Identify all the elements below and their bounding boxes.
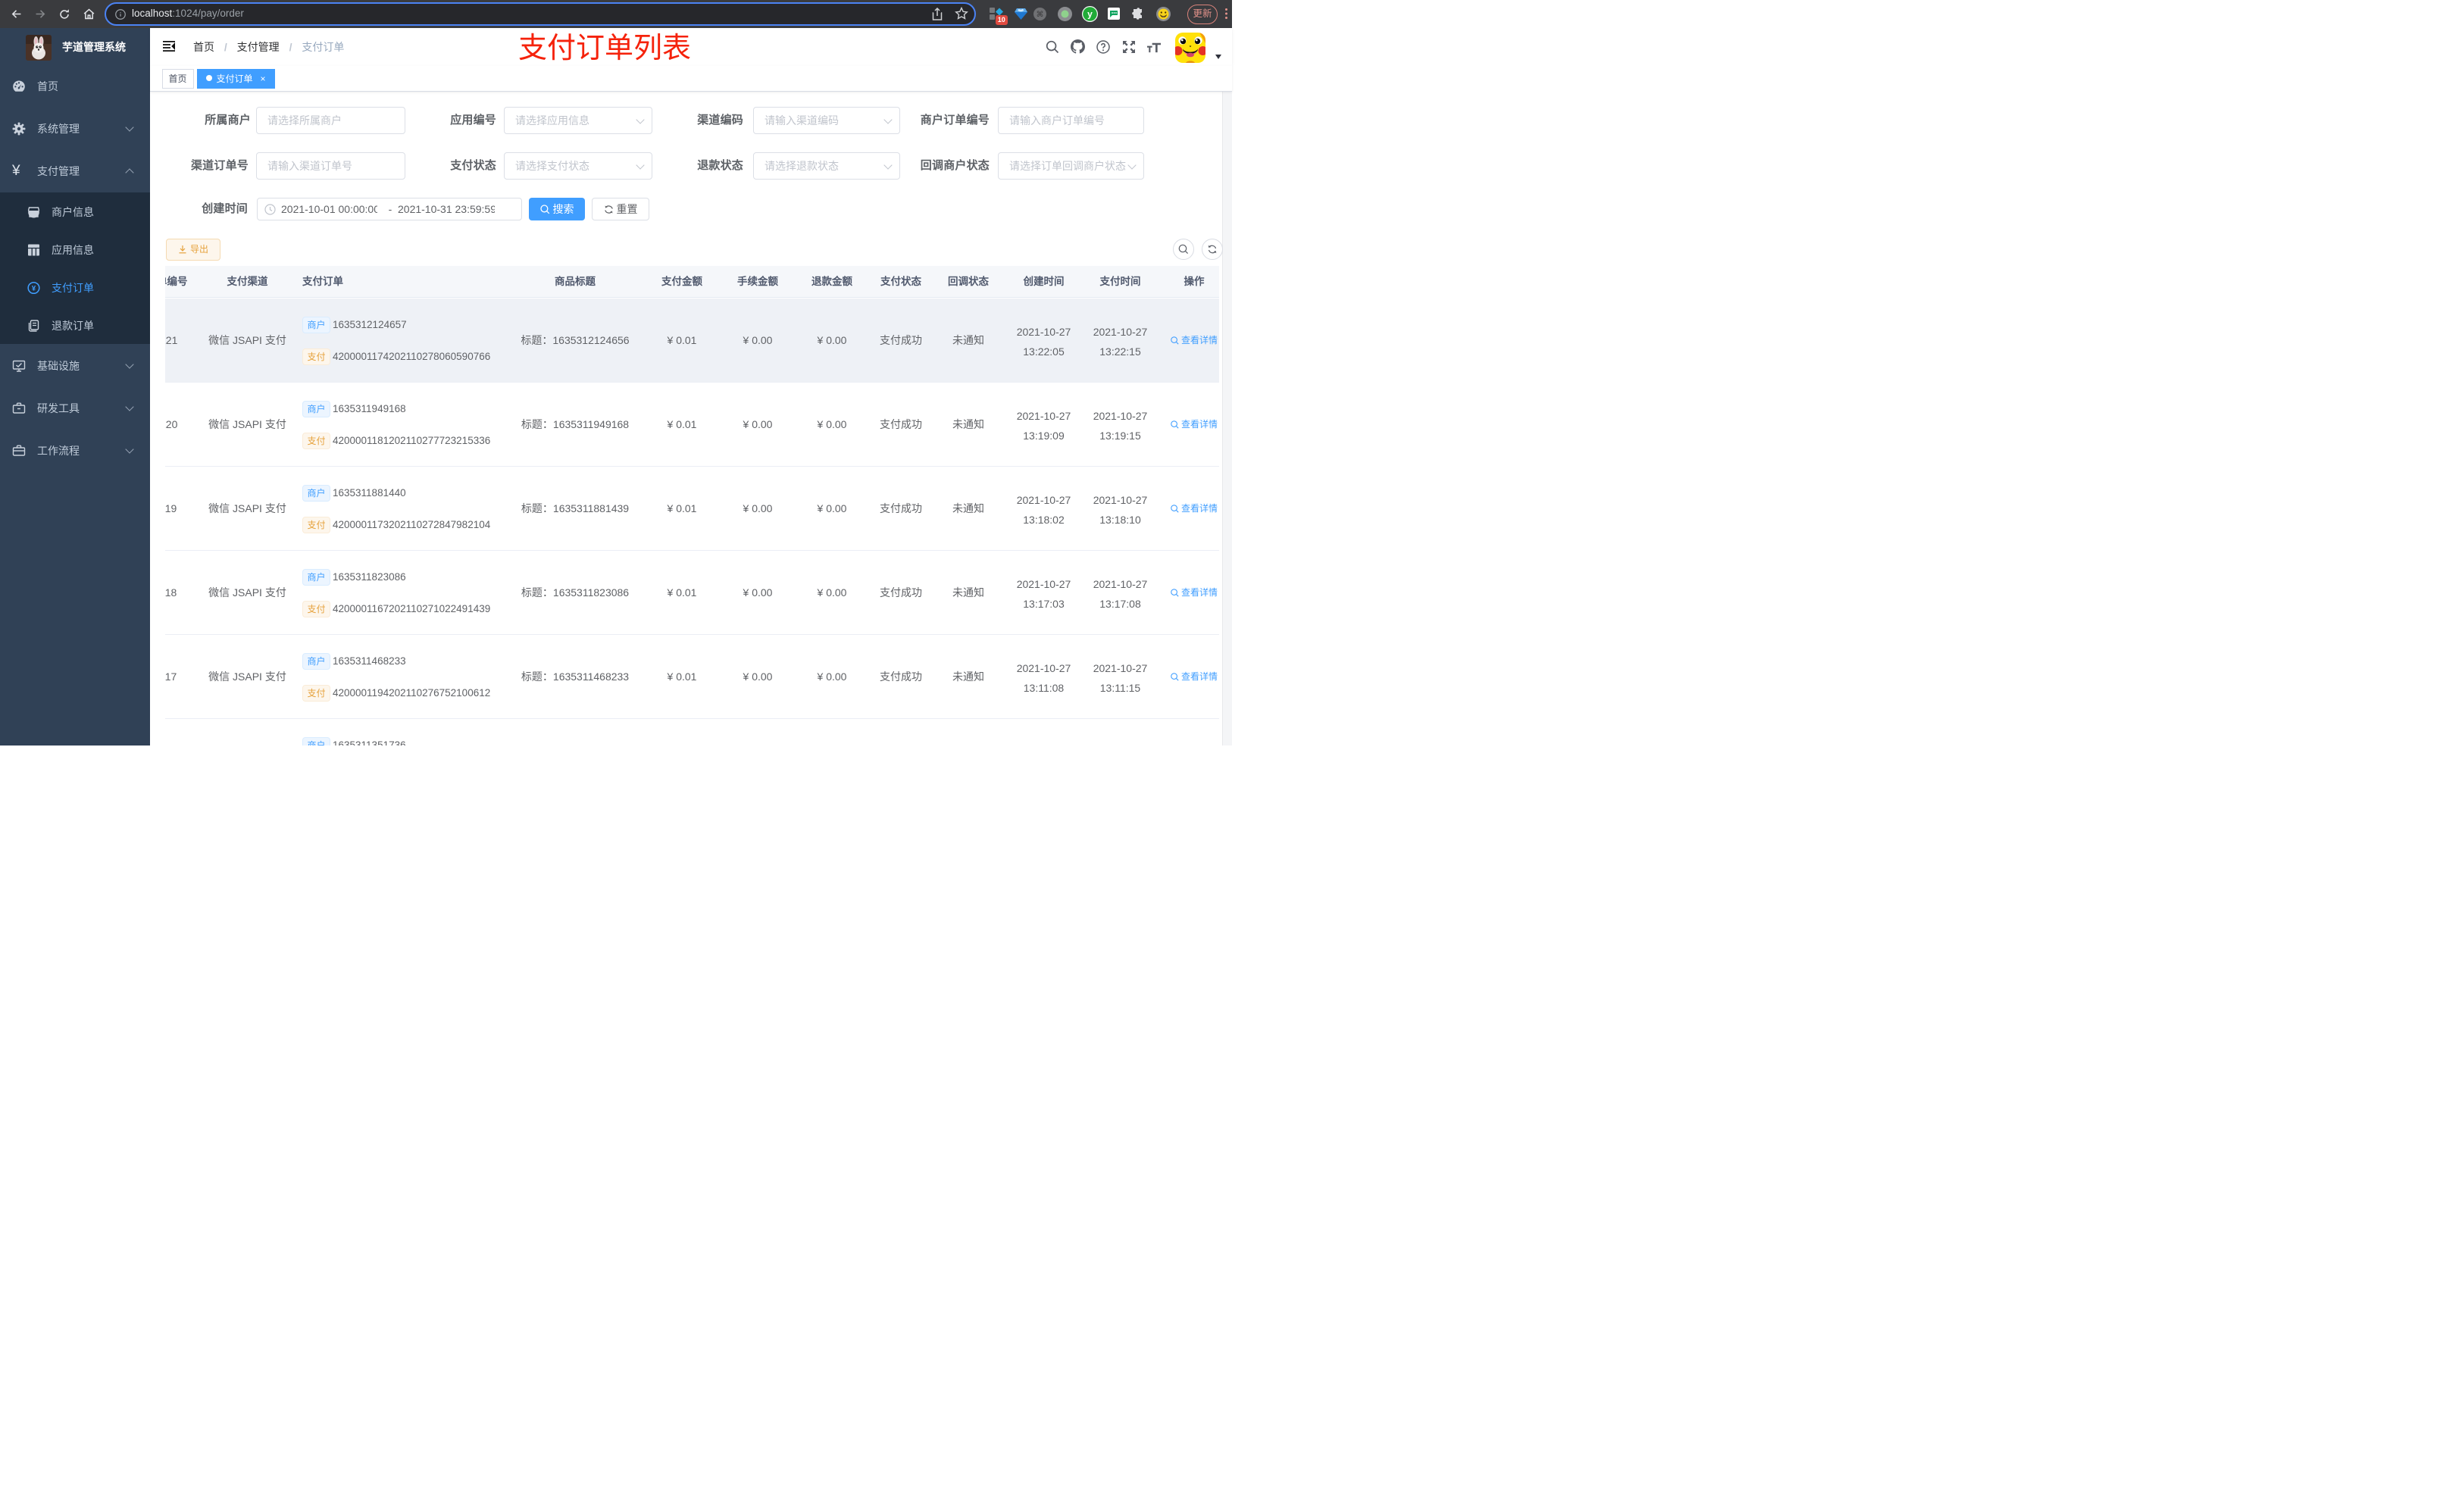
svg-text:⌘: ⌘	[1037, 11, 1044, 19]
svg-text:¥: ¥	[32, 285, 36, 293]
svg-text:y: y	[1087, 9, 1093, 20]
